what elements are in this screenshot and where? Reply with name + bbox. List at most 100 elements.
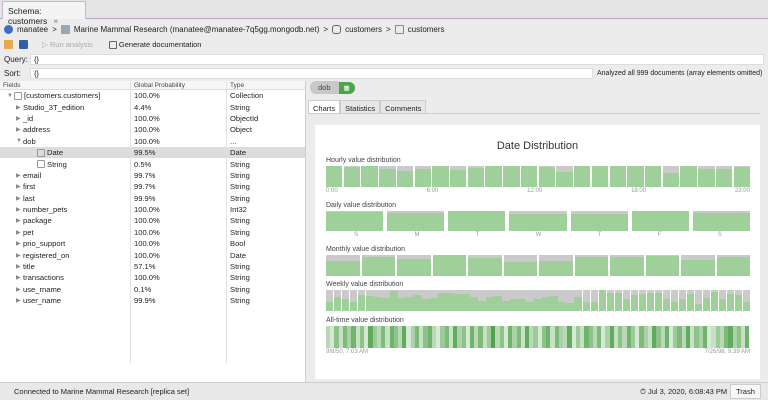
distribution-bar (468, 255, 502, 276)
empty-row (0, 317, 305, 330)
distribution-bar (486, 290, 494, 311)
sort-input[interactable]: {} (30, 68, 593, 79)
expand-toggle-icon[interactable]: ▶ (16, 252, 23, 259)
generate-documentation-button[interactable]: Generate documentation (108, 40, 201, 49)
bar-fill (610, 257, 644, 276)
header-type[interactable]: Type (227, 81, 305, 89)
breadcrumb-database[interactable]: customers (345, 25, 382, 34)
field-probability: 100.0% (131, 135, 227, 147)
tick-label: M (414, 232, 420, 238)
expand-toggle-icon[interactable]: ▶ (16, 195, 23, 202)
run-analysis-button[interactable]: ▷ Run analysis (42, 40, 93, 49)
table-row[interactable]: ▼ [customers.customers] 100.0% Collection (0, 90, 305, 102)
save-icon[interactable] (19, 40, 28, 49)
chart-card: Date Distribution Hourly value distribut… (315, 125, 760, 379)
expand-toggle-icon[interactable]: ▼ (16, 138, 23, 144)
breadcrumb-connection[interactable]: Marine Mammal Research (manatee@manatee-… (74, 25, 320, 34)
table-row[interactable]: ▶ address 100.0% Object (0, 124, 305, 136)
chart-title: Date Distribution (496, 140, 579, 152)
expand-toggle-icon[interactable]: ▼ (7, 93, 14, 99)
field-name: pet (23, 227, 34, 237)
bars (326, 255, 750, 276)
bar-fill (715, 169, 733, 187)
date-type-icon[interactable]: ▦ (338, 81, 355, 94)
distribution-bar (710, 290, 719, 311)
distribution-bar (614, 290, 622, 311)
table-row[interactable]: ▶ Studio_3T_edition 4.4% String (0, 101, 305, 113)
distribution-bar (610, 255, 644, 276)
table-row[interactable]: ▶ user_name 99.9% String (0, 295, 305, 307)
axis-ticks: 9/8/50, 7:03 AM 7/26/98, 9:39 AM (326, 349, 750, 357)
table-row[interactable]: ▶ _id 100.0% ObjectId (0, 112, 305, 125)
bar-fill (406, 297, 414, 311)
bar-fill (686, 294, 695, 311)
expand-toggle-icon[interactable]: ▶ (16, 240, 23, 247)
table-row[interactable]: ▶ number_pets 100.0% Int32 (0, 203, 305, 216)
table-row[interactable]: ▶ package 100.0% String (0, 215, 305, 227)
field-name: user_name (23, 296, 61, 306)
field-probability: 99.9% (131, 295, 227, 307)
table-row[interactable]: String 0.5% String (0, 158, 305, 170)
breadcrumb-collection[interactable]: customers (408, 25, 445, 34)
distribution-bar (432, 255, 466, 276)
expand-toggle-icon[interactable]: ▶ (16, 115, 23, 122)
open-folder-icon[interactable] (4, 40, 13, 49)
table-row[interactable]: ▶ transactions 100.0% String (0, 272, 305, 284)
header-fields[interactable]: Fields (0, 81, 131, 89)
expand-toggle-icon[interactable]: ▶ (16, 183, 23, 190)
bar-fill (379, 169, 396, 187)
expand-toggle-icon[interactable]: ▶ (16, 297, 23, 304)
table-row[interactable]: ▶ first 99.7% String (0, 181, 305, 193)
table-row[interactable]: ▶ prio_support 100.0% Bool (0, 238, 305, 250)
chart-section: Hourly value distribution 0:00 6:00 12:00 18… (326, 157, 750, 196)
distribution-bar (644, 166, 662, 187)
expand-toggle-icon[interactable]: ▶ (16, 206, 23, 213)
expand-toggle-icon[interactable]: ▶ (16, 104, 23, 111)
bar-fill (326, 261, 360, 276)
distribution-bar (390, 290, 398, 311)
distribution-bar (382, 290, 390, 311)
table-row[interactable]: ▶ last 99.9% String (0, 192, 305, 204)
table-row[interactable]: ▼ dob 100.0%... (0, 135, 305, 147)
tab-statistics[interactable]: Statistics (340, 100, 381, 113)
expand-toggle-icon[interactable]: ▶ (16, 172, 23, 179)
distribution-bar (645, 255, 679, 276)
tab-comments[interactable]: Comments (380, 100, 427, 113)
table-row[interactable]: ▶ title 57.1% String (0, 260, 305, 273)
expand-toggle-icon[interactable]: ▶ (16, 263, 23, 270)
distribution-bar (343, 166, 361, 187)
expand-toggle-icon[interactable]: ▶ (16, 126, 23, 133)
header-probability[interactable]: Global Probability (131, 81, 227, 89)
expand-toggle-icon[interactable]: ▶ (16, 217, 23, 224)
table-row[interactable]: ▶ use_rname 0.1% String (0, 283, 305, 296)
bar-fill (534, 299, 542, 311)
bar-fill (397, 259, 431, 276)
query-input[interactable]: {} (30, 54, 764, 65)
distribution-bar (574, 290, 582, 311)
table-row[interactable]: ▶ pet 100.0% String (0, 226, 305, 239)
tick-label: S (717, 232, 722, 238)
field-probability: 99.7% (131, 169, 227, 182)
table-row[interactable]: ▶ registered_on 100.0% Date (0, 249, 305, 261)
bar-fill (343, 167, 361, 187)
field-type: String (230, 284, 250, 294)
tab-schema-customers[interactable]: Schema: customers × (2, 1, 86, 26)
bar-fill (733, 167, 750, 187)
table-row[interactable]: Date 99.5% Date (0, 146, 305, 159)
table-row[interactable]: ▶ email 99.7% String (0, 169, 305, 182)
distribution-bar (733, 166, 750, 187)
breadcrumb-user[interactable]: manatee (17, 25, 48, 34)
distribution-bar (598, 290, 606, 311)
section-label: All-time value distribution (326, 317, 404, 324)
distribution-bar (662, 290, 671, 311)
expand-toggle-icon[interactable]: ▶ (16, 286, 23, 293)
field-type: ObjectId (230, 113, 259, 123)
path-field-dob[interactable]: dob (310, 81, 339, 94)
expand-toggle-icon[interactable]: ▶ (16, 229, 23, 236)
distribution-bar (558, 290, 566, 311)
distribution-bar (470, 290, 478, 311)
bar-fill (622, 299, 630, 311)
expand-toggle-icon[interactable]: ▶ (16, 274, 23, 281)
tab-charts[interactable]: Charts (308, 100, 341, 113)
user-icon (4, 24, 13, 34)
